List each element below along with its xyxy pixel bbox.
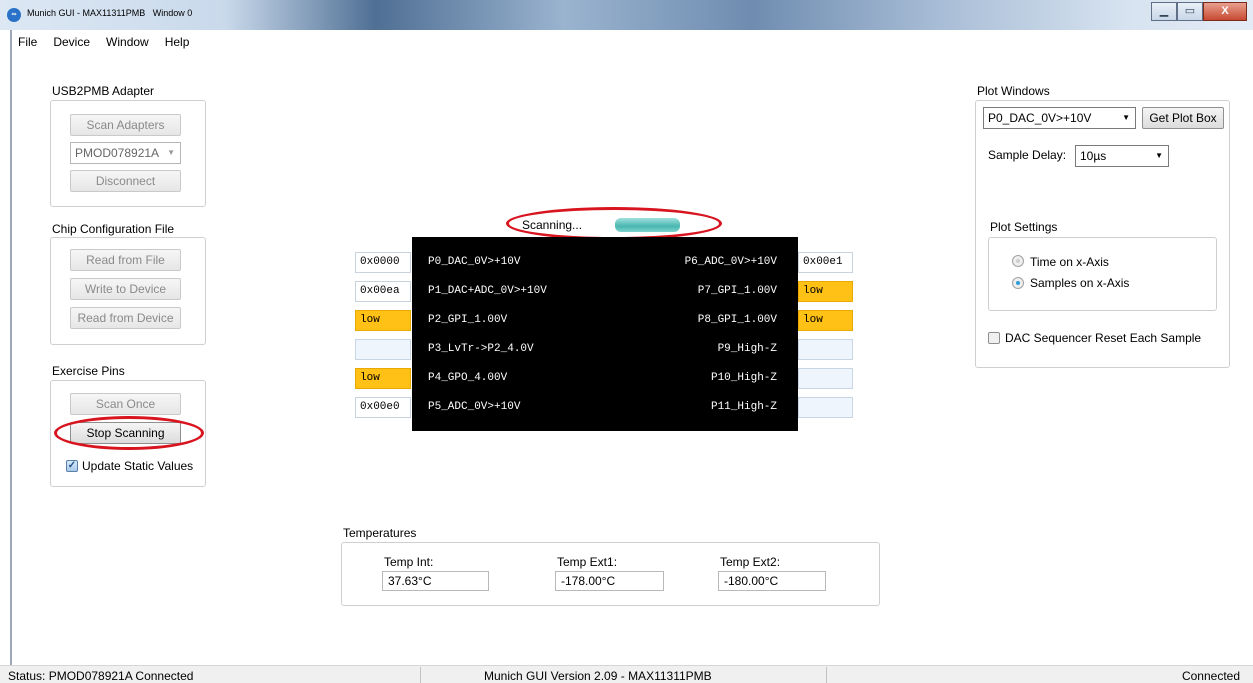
pin-label-p1[interactable]: P1_DAC+ADC_0V>+10V: [428, 285, 547, 297]
status-left: Status: PMOD078921A Connected: [8, 669, 194, 683]
window-controls: ▁ ▭ X: [1151, 2, 1247, 21]
temp-ext1-label: Temp Ext1:: [557, 555, 618, 569]
scan-once-button[interactable]: Scan Once: [70, 393, 181, 415]
temp-ext1-field: -178.00°C: [555, 571, 664, 591]
pin-value-p2: low: [355, 310, 411, 331]
dac-reset-checkbox[interactable]: [988, 332, 1000, 344]
status-center: Munich GUI Version 2.09 - MAX11311PMB: [484, 669, 712, 683]
temp-ext2-field: -180.00°C: [718, 571, 826, 591]
status-right: Connected: [1181, 669, 1240, 683]
sample-delay-label: Sample Delay:: [988, 148, 1067, 162]
samples-axis-radio[interactable]: [1012, 277, 1024, 289]
samples-axis-label: Samples on x-Axis: [1030, 276, 1130, 290]
read-from-file-button[interactable]: Read from File: [70, 249, 181, 271]
status-separator: [420, 667, 421, 683]
pin-value-p11: [798, 397, 853, 418]
minimize-button[interactable]: ▁: [1151, 2, 1177, 21]
pin-label-p6[interactable]: P6_ADC_0V>+10V: [685, 256, 777, 268]
adapter-select[interactable]: PMOD078921A ▼: [70, 142, 181, 164]
dac-reset-label: DAC Sequencer Reset Each Sample: [1005, 331, 1202, 345]
pin-value-p10: [798, 368, 853, 389]
close-button[interactable]: X: [1203, 2, 1247, 21]
window-title-text: Munich GUI - MAX11311PMB: [27, 8, 146, 18]
pin-value-p1: 0x00ea: [355, 281, 411, 302]
sample-delay-select[interactable]: 10µs ▼: [1075, 145, 1169, 167]
plot-windows-title: Plot Windows: [977, 84, 1050, 98]
chevron-down-icon: ▼: [1155, 151, 1163, 160]
pin-label-p0[interactable]: P0_DAC_0V>+10V: [428, 256, 520, 268]
temperatures-title: Temperatures: [343, 526, 417, 540]
chevron-down-icon: ▼: [1122, 113, 1130, 122]
get-plot-box-button[interactable]: Get Plot Box: [1142, 107, 1224, 129]
app-logo-icon: ∞: [7, 8, 21, 22]
menu-file[interactable]: File: [10, 34, 45, 50]
pin-value-p9: [798, 339, 853, 360]
pin-value-p6: 0x00e1: [798, 252, 853, 273]
pin-value-p7: low: [798, 281, 853, 302]
chevron-down-icon: ▼: [167, 148, 175, 157]
pin-label-p9[interactable]: P9_High-Z: [718, 343, 777, 355]
scanning-highlight: [506, 207, 722, 240]
plot-windows-group: [975, 100, 1230, 368]
pin-label-p8[interactable]: P8_GPI_1.00V: [698, 314, 777, 326]
pin-label-p7[interactable]: P7_GPI_1.00V: [698, 285, 777, 297]
disconnect-button[interactable]: Disconnect: [70, 170, 181, 192]
window-frame-left: [10, 30, 12, 665]
pin-label-p11[interactable]: P11_High-Z: [711, 401, 777, 413]
pin-label-p5[interactable]: P5_ADC_0V>+10V: [428, 401, 520, 413]
pin-value-p3: [355, 339, 411, 360]
chip-config-title: Chip Configuration File: [52, 222, 175, 236]
pin-label-p2[interactable]: P2_GPI_1.00V: [428, 314, 507, 326]
plot-settings-title: Plot Settings: [990, 220, 1058, 234]
plot-select-value: P0_DAC_0V>+10V: [988, 111, 1092, 125]
update-static-label: Update Static Values: [82, 459, 194, 473]
plot-settings-group: [988, 237, 1217, 311]
status-separator: [826, 667, 827, 683]
stop-scanning-highlight: [54, 416, 204, 450]
update-static-checkbox[interactable]: ✓: [66, 460, 78, 472]
write-to-device-button[interactable]: Write to Device: [70, 278, 181, 300]
plot-select[interactable]: P0_DAC_0V>+10V ▼: [983, 107, 1136, 129]
usb-adapter-title: USB2PMB Adapter: [52, 84, 155, 98]
temp-int-label: Temp Int:: [384, 555, 434, 569]
exercise-pins-title: Exercise Pins: [52, 364, 125, 378]
pin-value-p5: 0x00e0: [355, 397, 411, 418]
menu-window[interactable]: Window: [98, 34, 157, 50]
pin-value-p8: low: [798, 310, 853, 331]
pin-label-p10[interactable]: P10_High-Z: [711, 372, 777, 384]
window-subtitle: Window 0: [152, 8, 193, 18]
temp-int-field: 37.63°C: [382, 571, 489, 591]
pin-label-p4[interactable]: P4_GPO_4.00V: [428, 372, 507, 384]
read-from-device-button[interactable]: Read from Device: [70, 307, 181, 329]
window-title: Munich GUI - MAX11311PMB Window 0: [27, 8, 192, 18]
menu-help[interactable]: Help: [157, 34, 198, 50]
scan-adapters-button[interactable]: Scan Adapters: [70, 114, 181, 136]
pin-value-p0: 0x0000: [355, 252, 411, 273]
menu-device[interactable]: Device: [45, 34, 98, 50]
pin-label-p3[interactable]: P3_LvTr->P2_4.0V: [428, 343, 534, 355]
temp-ext2-label: Temp Ext2:: [720, 555, 781, 569]
menu-bar: File Device Window Help: [10, 34, 197, 50]
time-axis-label: Time on x-Axis: [1030, 255, 1109, 269]
sample-delay-value: 10µs: [1080, 149, 1107, 163]
time-axis-radio[interactable]: [1012, 255, 1024, 267]
maximize-button[interactable]: ▭: [1177, 2, 1203, 21]
pin-value-p4: low: [355, 368, 411, 389]
adapter-select-value: PMOD078921A: [75, 146, 160, 160]
